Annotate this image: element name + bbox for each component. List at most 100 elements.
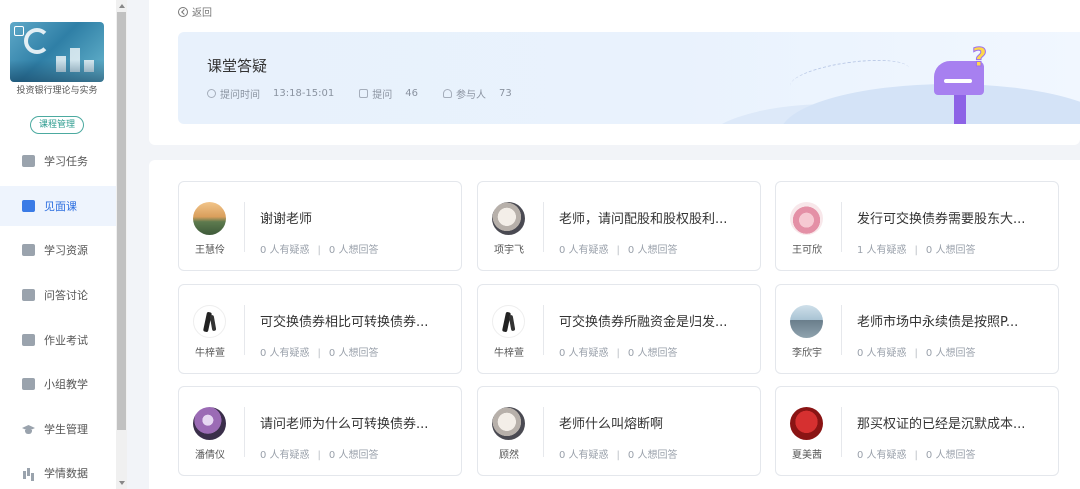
avatar bbox=[492, 202, 525, 235]
question-card[interactable]: 牛梓萱 可交换债券所融资金是归发... 0 人有疑惑 | 0 人想回答 bbox=[477, 284, 761, 374]
question-card[interactable]: 王可欣 发行可交换债券需要股东大... 1 人有疑惑 | 0 人想回答 bbox=[775, 181, 1059, 271]
question-text: 可交换债券相比可转换债券... bbox=[260, 315, 429, 330]
answer-count: 0 人想回答 bbox=[925, 450, 976, 461]
questions-value: 46 bbox=[405, 88, 418, 99]
back-link[interactable]: 返回 bbox=[178, 4, 212, 19]
avatar bbox=[492, 305, 525, 338]
sidebar-item-label: 问答讨论 bbox=[44, 289, 88, 302]
cover-band bbox=[10, 60, 104, 82]
doubt-count: 0 人有疑惑 bbox=[857, 348, 907, 359]
avatar bbox=[790, 202, 823, 235]
sidebar-item-label: 小组教学 bbox=[44, 378, 88, 391]
sidebar-item-data[interactable]: 学情数据 bbox=[0, 453, 116, 489]
avatar bbox=[790, 407, 823, 440]
sidebar-scrollbar[interactable] bbox=[116, 0, 127, 489]
question-text: 老师市场中永续债是按照P... bbox=[857, 315, 1019, 330]
author-name: 王可欣 bbox=[792, 245, 822, 256]
question-icon bbox=[359, 89, 369, 98]
sidebar-item-label: 学情数据 bbox=[44, 467, 88, 480]
sidebar-item-label: 见面课 bbox=[44, 200, 77, 213]
sidebar-item-label: 学习资源 bbox=[44, 244, 88, 257]
avatar bbox=[790, 305, 823, 338]
sidebar-item-resources[interactable]: 学习资源 bbox=[0, 230, 116, 270]
back-arrow-icon bbox=[178, 6, 188, 17]
doubt-count: 0 人有疑惑 bbox=[559, 450, 609, 461]
session-banner: 课堂答疑 提问时间 13:18-15:01 提问 46 参与人 73 ? bbox=[178, 32, 1080, 124]
author-name: 潘倩仪 bbox=[195, 450, 225, 461]
author-name: 项宇飞 bbox=[494, 245, 524, 256]
author-name: 夏美茜 bbox=[792, 450, 822, 461]
doubt-count: 0 人有疑惑 bbox=[260, 348, 310, 359]
clock-icon bbox=[207, 89, 216, 98]
question-text: 可交换债券所融资金是归发... bbox=[559, 315, 728, 330]
question-card[interactable]: 夏美茜 那买权证的已经是沉默成本... 0 人有疑惑 | 0 人想回答 bbox=[775, 386, 1059, 476]
divider bbox=[244, 407, 245, 457]
question-card[interactable]: 牛梓萱 可交换债券相比可转换债券... 0 人有疑惑 | 0 人想回答 bbox=[178, 284, 462, 374]
course-cover-image[interactable] bbox=[10, 22, 104, 82]
question-text: 发行可交换债券需要股东大... bbox=[857, 212, 1026, 227]
avatar bbox=[492, 407, 525, 440]
question-text: 谢谢老师 bbox=[260, 212, 313, 227]
answer-count: 0 人想回答 bbox=[328, 245, 379, 256]
question-card[interactable]: 顾然 老师什么叫熔断啊 0 人有疑惑 | 0 人想回答 bbox=[477, 386, 761, 476]
back-label: 返回 bbox=[192, 8, 212, 19]
task-icon bbox=[22, 155, 35, 167]
answer-count: 0 人想回答 bbox=[328, 450, 379, 461]
question-card[interactable]: 潘倩仪 请问老师为什么可转换债券... 0 人有疑惑 | 0 人想回答 bbox=[178, 386, 462, 476]
doubt-count: 0 人有疑惑 bbox=[559, 348, 609, 359]
time-label: 提问时间 bbox=[220, 90, 260, 101]
bar-chart-icon bbox=[22, 467, 35, 479]
divider bbox=[244, 305, 245, 355]
avatar bbox=[193, 305, 226, 338]
questions-label: 提问 bbox=[372, 90, 393, 101]
graduation-cap-icon bbox=[22, 423, 35, 435]
answer-count: 0 人想回答 bbox=[627, 348, 678, 359]
divider bbox=[841, 202, 842, 252]
session-meta: 提问时间 13:18-15:01 提问 46 参与人 73 bbox=[207, 86, 537, 101]
scroll-down-arrow-icon[interactable] bbox=[119, 481, 125, 485]
sidebar-item-discussion[interactable]: 问答讨论 bbox=[0, 275, 116, 315]
scroll-up-arrow-icon[interactable] bbox=[119, 4, 125, 8]
question-stats: 0 人有疑惑 | 0 人想回答 bbox=[857, 348, 976, 359]
avatar bbox=[193, 202, 226, 235]
question-stats: 0 人有疑惑 | 0 人想回答 bbox=[857, 450, 976, 461]
author-name: 李欣宇 bbox=[792, 348, 822, 359]
doubt-count: 1 人有疑惑 bbox=[857, 245, 907, 256]
divider bbox=[841, 305, 842, 355]
sidebar-item-label: 作业考试 bbox=[44, 334, 88, 347]
question-card[interactable]: 项宇飞 老师，请问配股和股权股利... 0 人有疑惑 | 0 人想回答 bbox=[477, 181, 761, 271]
question-stats: 0 人有疑惑 | 0 人想回答 bbox=[559, 450, 678, 461]
author-name: 牛梓萱 bbox=[195, 348, 225, 359]
question-stats: 0 人有疑惑 | 0 人想回答 bbox=[559, 245, 678, 256]
question-stats: 0 人有疑惑 | 0 人想回答 bbox=[559, 348, 678, 359]
sidebar-item-students[interactable]: 学生管理 bbox=[0, 409, 116, 449]
author-name: 王慧伶 bbox=[195, 245, 225, 256]
answer-count: 0 人想回答 bbox=[925, 348, 976, 359]
sidebar-item-tasks[interactable]: 学习任务 bbox=[0, 141, 116, 181]
sidebar-item-label: 学习任务 bbox=[44, 155, 88, 168]
page-title: 课堂答疑 bbox=[207, 57, 268, 75]
question-card[interactable]: 李欣宇 老师市场中永续债是按照P... 0 人有疑惑 | 0 人想回答 bbox=[775, 284, 1059, 374]
author-name: 顾然 bbox=[499, 450, 519, 461]
doubt-count: 0 人有疑惑 bbox=[559, 245, 609, 256]
divider bbox=[543, 202, 544, 252]
course-manage-button[interactable]: 课程管理 bbox=[30, 116, 84, 134]
question-stats: 0 人有疑惑 | 0 人想回答 bbox=[260, 245, 379, 256]
discussion-icon bbox=[22, 289, 35, 301]
question-card[interactable]: 王慧伶 谢谢老师 0 人有疑惑 | 0 人想回答 bbox=[178, 181, 462, 271]
participants-label: 参与人 bbox=[455, 90, 486, 101]
answer-count: 0 人想回答 bbox=[627, 245, 678, 256]
divider bbox=[543, 305, 544, 355]
course-title: 投资银行理论与实务 bbox=[16, 86, 98, 96]
sidebar-item-meeting[interactable]: 见面课 bbox=[0, 186, 116, 226]
author-name: 牛梓萱 bbox=[494, 348, 524, 359]
question-stats: 1 人有疑惑 | 0 人想回答 bbox=[857, 245, 976, 256]
group-icon bbox=[22, 378, 35, 390]
sidebar-item-exam[interactable]: 作业考试 bbox=[0, 320, 116, 360]
sidebar-item-group[interactable]: 小组教学 bbox=[0, 364, 116, 404]
doubt-count: 0 人有疑惑 bbox=[260, 245, 310, 256]
participants-value: 73 bbox=[498, 88, 512, 99]
home-icon bbox=[14, 26, 24, 36]
scrollbar-thumb[interactable] bbox=[117, 12, 126, 430]
question-text: 请问老师为什么可转换债券... bbox=[260, 417, 429, 432]
